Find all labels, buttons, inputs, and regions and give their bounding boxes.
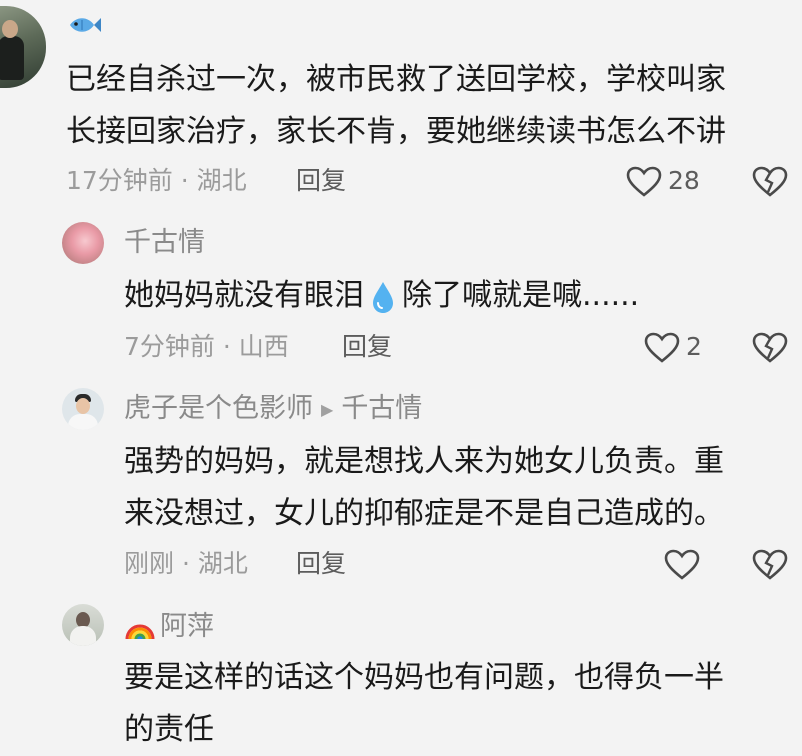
username[interactable]: 千古情 [124,226,205,260]
reply-to-username[interactable]: 千古情 [341,393,422,424]
avatar[interactable] [62,388,104,430]
broken-heart-icon[interactable] [752,549,788,581]
comment-time-location: 7分钟前 · 山西 [124,332,289,361]
rainbow-icon [125,624,155,639]
avatar[interactable] [62,604,104,646]
username: 阿萍 [124,610,214,644]
reply-button[interactable]: 回复 [296,548,346,580]
like-count: 28 [668,166,700,195]
avatar[interactable] [0,6,46,88]
comment-text-part-2: 除了喊就是喊...... [402,278,640,313]
heart-icon[interactable] [664,549,700,581]
broken-heart-icon[interactable] [752,166,788,198]
username-link[interactable]: 虎子是个色影师 [124,393,313,424]
avatar[interactable] [62,222,104,264]
username-text[interactable]: 阿萍 [160,611,214,642]
reply-arrow-icon: ▶ [321,399,334,419]
comment-text: 她妈妈就没有眼泪 除了喊就是喊...... [124,270,639,322]
comment-text-line-2: 来没想过，女儿的抑郁症是不是自己造成的。 [124,496,724,531]
username: 虎子是个色影师 ▶ 千古情 [124,392,422,427]
fish-icon [70,18,101,32]
broken-heart-icon[interactable] [752,332,788,364]
reply-button[interactable]: 回复 [342,331,392,363]
heart-icon[interactable] [644,332,680,364]
comment-text-line-2: 的责任 [124,712,214,747]
reply-button[interactable]: 回复 [296,165,346,197]
heart-icon[interactable] [626,166,662,198]
comment-text-line-2: 长接回家治疗，家长不肯，要她继续读书怎么不讲 [66,114,726,149]
comment-text-line-1: 强势的妈妈，就是想找人来为她女儿负责。重 [124,444,724,479]
comment-text-line-1: 已经自杀过一次，被市民救了送回学校，学校叫家 [66,62,726,97]
comment-text-line-1: 要是这样的话这个妈妈也有问题，也得负一半 [124,660,724,695]
like-count: 2 [686,332,702,361]
comment-text-part-1: 她妈妈就没有眼泪 [124,278,364,313]
comment-time-location: 刚刚 · 湖北 [124,549,248,578]
comment-time-location: 17分钟前 · 湖北 [66,166,247,195]
droplet-icon [373,281,393,313]
